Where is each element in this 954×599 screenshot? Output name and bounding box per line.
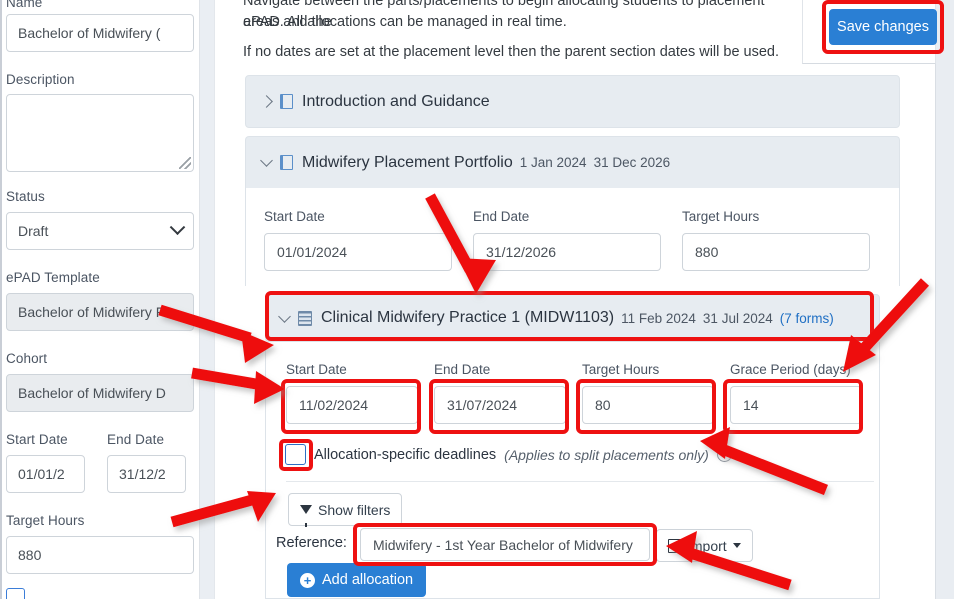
panel-divider-gutter — [200, 0, 214, 599]
name-input[interactable]: Bachelor of Midwifery ( — [6, 14, 194, 52]
placement-end-date: 31 Jul 2024 — [702, 310, 773, 326]
portfolio-start-date-label: Start Date — [264, 209, 325, 224]
description-textarea[interactable] — [6, 94, 194, 172]
left-end-date-label: End Date — [107, 432, 165, 447]
chevron-down-icon — [169, 218, 186, 235]
chevron-right-icon[interactable] — [260, 95, 273, 108]
left-extra-checkbox[interactable] — [6, 588, 25, 599]
book-icon — [280, 155, 293, 170]
cohort-label-wrap: Cohort — [6, 350, 194, 367]
intro-line-3: If no dates are set at the placement lev… — [243, 44, 780, 60]
section-midwifery-placement-portfolio[interactable]: Midwifery Placement Portfolio 1 Jan 2024… — [245, 136, 900, 188]
portfolio-start-date-input[interactable]: 01/01/2024 — [264, 233, 452, 271]
epad-template-label-wrap: ePAD Template — [6, 269, 194, 286]
import-button[interactable]: Import — [656, 529, 753, 562]
filter-icon — [300, 505, 312, 527]
status-select[interactable]: Draft — [6, 212, 194, 250]
left-start-date-label: Start Date — [6, 432, 68, 447]
status-label-wrap: Status — [6, 188, 194, 205]
section-header: Introduction and Guidance — [246, 76, 899, 127]
date-inputs-row: 01/01/2 31/12/2 — [6, 455, 194, 493]
portfolio-target-hours-label: Target Hours — [682, 209, 760, 224]
epad-template-input[interactable]: Bachelor of Midwifery F — [6, 293, 194, 331]
allocation-deadlines-row[interactable]: Allocation-specific deadlines (Applies t… — [285, 444, 732, 465]
portfolio-target-hours-input[interactable]: 880 — [682, 233, 870, 271]
show-filters-wrap: Show filters — [288, 493, 403, 527]
section-title: Introduction and Guidance — [302, 92, 490, 110]
cohort-label: Cohort — [6, 351, 48, 366]
placement-end-date-label: End Date — [434, 362, 491, 377]
placement-end-date-input[interactable]: 31/07/2024 — [434, 386, 566, 424]
chevron-down-icon[interactable] — [278, 309, 291, 323]
left-target-hours-input[interactable]: 880 — [6, 536, 194, 574]
placement-forms-link[interactable]: (7 forms) — [780, 311, 834, 326]
placement-grace-period-label: Grace Period (days) — [730, 362, 851, 377]
portfolio-end-date-label: End Date — [473, 209, 530, 224]
placement-target-hours-input[interactable]: 80 — [582, 386, 714, 424]
portfolio-end-date-input[interactable]: 31/12/2026 — [473, 233, 661, 271]
plus-circle-icon: + — [300, 572, 315, 588]
placement-target-hours-label: Target Hours — [582, 362, 660, 377]
placement-field-inputs: 11/02/2024 31/07/2024 80 14 — [286, 386, 862, 424]
info-icon[interactable]: i — [716, 447, 732, 462]
add-allocation-button[interactable]: + Add allocation — [287, 563, 427, 597]
import-wrap: Import — [656, 529, 753, 562]
intro-paragraph-1b: ePAD. All allocations can be managed in … — [243, 12, 803, 33]
placement-start-date-input[interactable]: 11/02/2024 — [286, 386, 418, 424]
status-select-value: Draft — [18, 223, 49, 239]
divider — [286, 481, 874, 482]
chevron-down-icon[interactable] — [260, 154, 273, 167]
placement-field-labels: Start Date End Date Target Hours Grace P… — [286, 362, 878, 377]
placement-title: Clinical Midwifery Practice 1 (MIDW1103) — [321, 309, 615, 326]
allocation-specific-deadlines-checkbox[interactable] — [285, 444, 306, 465]
left-start-date-input[interactable]: 01/01/2 — [6, 455, 85, 493]
section-title: Midwifery Placement Portfolio — [302, 153, 513, 171]
left-extra-checkbox-row — [6, 588, 194, 599]
reference-label: Reference: — [276, 535, 347, 551]
page-background-right — [936, 0, 954, 599]
name-label-wrap: Name — [6, 0, 194, 11]
allocation-specific-deadlines-label: Allocation-specific deadlines — [314, 446, 497, 463]
description-label: Description — [6, 72, 75, 87]
placement-header: Clinical Midwifery Practice 1 (MIDW1103)… — [266, 295, 879, 341]
left-end-date-input[interactable]: 31/12/2 — [107, 455, 186, 493]
portfolio-field-inputs: 01/01/2024 31/12/2026 880 — [264, 233, 870, 271]
cohort-input[interactable]: Bachelor of Midwifery D — [6, 374, 194, 412]
section-header: Midwifery Placement Portfolio 1 Jan 2024… — [246, 137, 899, 188]
building-icon — [298, 310, 312, 326]
reference-input[interactable]: Midwifery - 1st Year Bachelor of Midwife… — [360, 528, 650, 561]
intro-paragraph-2: If no dates are set at the placement lev… — [243, 42, 803, 63]
left-target-hours-label-wrap: Target Hours — [6, 512, 194, 529]
caret-down-icon — [732, 543, 741, 548]
left-target-hours-label: Target Hours — [6, 513, 85, 528]
name-label: Name — [6, 0, 43, 10]
date-labels-row: Start Date End Date — [6, 431, 194, 448]
placement-header-clinical-midwifery-practice-1[interactable]: Clinical Midwifery Practice 1 (MIDW1103)… — [265, 294, 880, 342]
allocation-specific-deadlines-note: (Applies to split placements only) — [504, 446, 709, 463]
save-changes-button[interactable]: Save changes — [829, 9, 937, 45]
epad-template-label: ePAD Template — [6, 270, 100, 285]
add-allocation-label: Add allocation — [322, 572, 414, 588]
description-label-wrap: Description — [6, 71, 194, 88]
intro-line-2: ePAD. All allocations can be managed in … — [243, 14, 567, 30]
section-end-date: 31 Dec 2026 — [593, 155, 671, 170]
show-filters-label: Show filters — [318, 501, 391, 518]
portfolio-field-labels: Start Date End Date Target Hours — [264, 209, 891, 224]
import-label: Import — [687, 537, 727, 554]
show-filters-button[interactable]: Show filters — [288, 493, 403, 527]
placement-start-date-label: Start Date — [286, 362, 347, 377]
section-start-date: 1 Jan 2024 — [519, 155, 587, 170]
app-screenshot: Name Bachelor of Midwifery ( Description… — [0, 0, 954, 599]
section-introduction-and-guidance[interactable]: Introduction and Guidance — [245, 75, 900, 128]
status-label: Status — [6, 189, 45, 204]
placement-grace-period-input[interactable]: 14 — [730, 386, 862, 424]
placement-start-date: 11 Feb 2024 — [621, 310, 696, 326]
book-icon — [280, 94, 293, 109]
import-icon — [668, 538, 681, 553]
